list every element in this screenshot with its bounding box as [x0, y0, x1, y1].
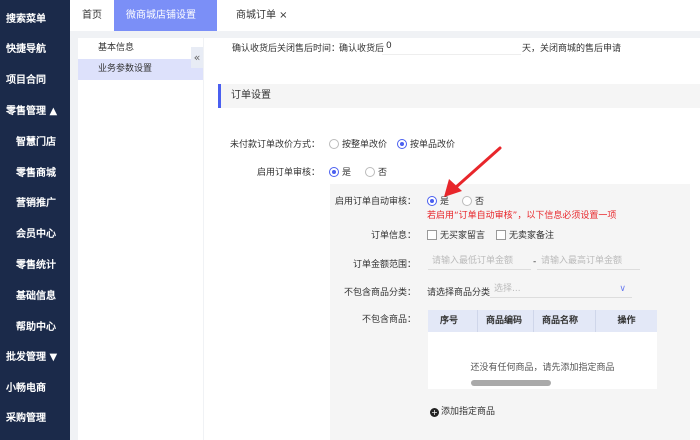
red-arrow-annotation: [444, 146, 502, 197]
